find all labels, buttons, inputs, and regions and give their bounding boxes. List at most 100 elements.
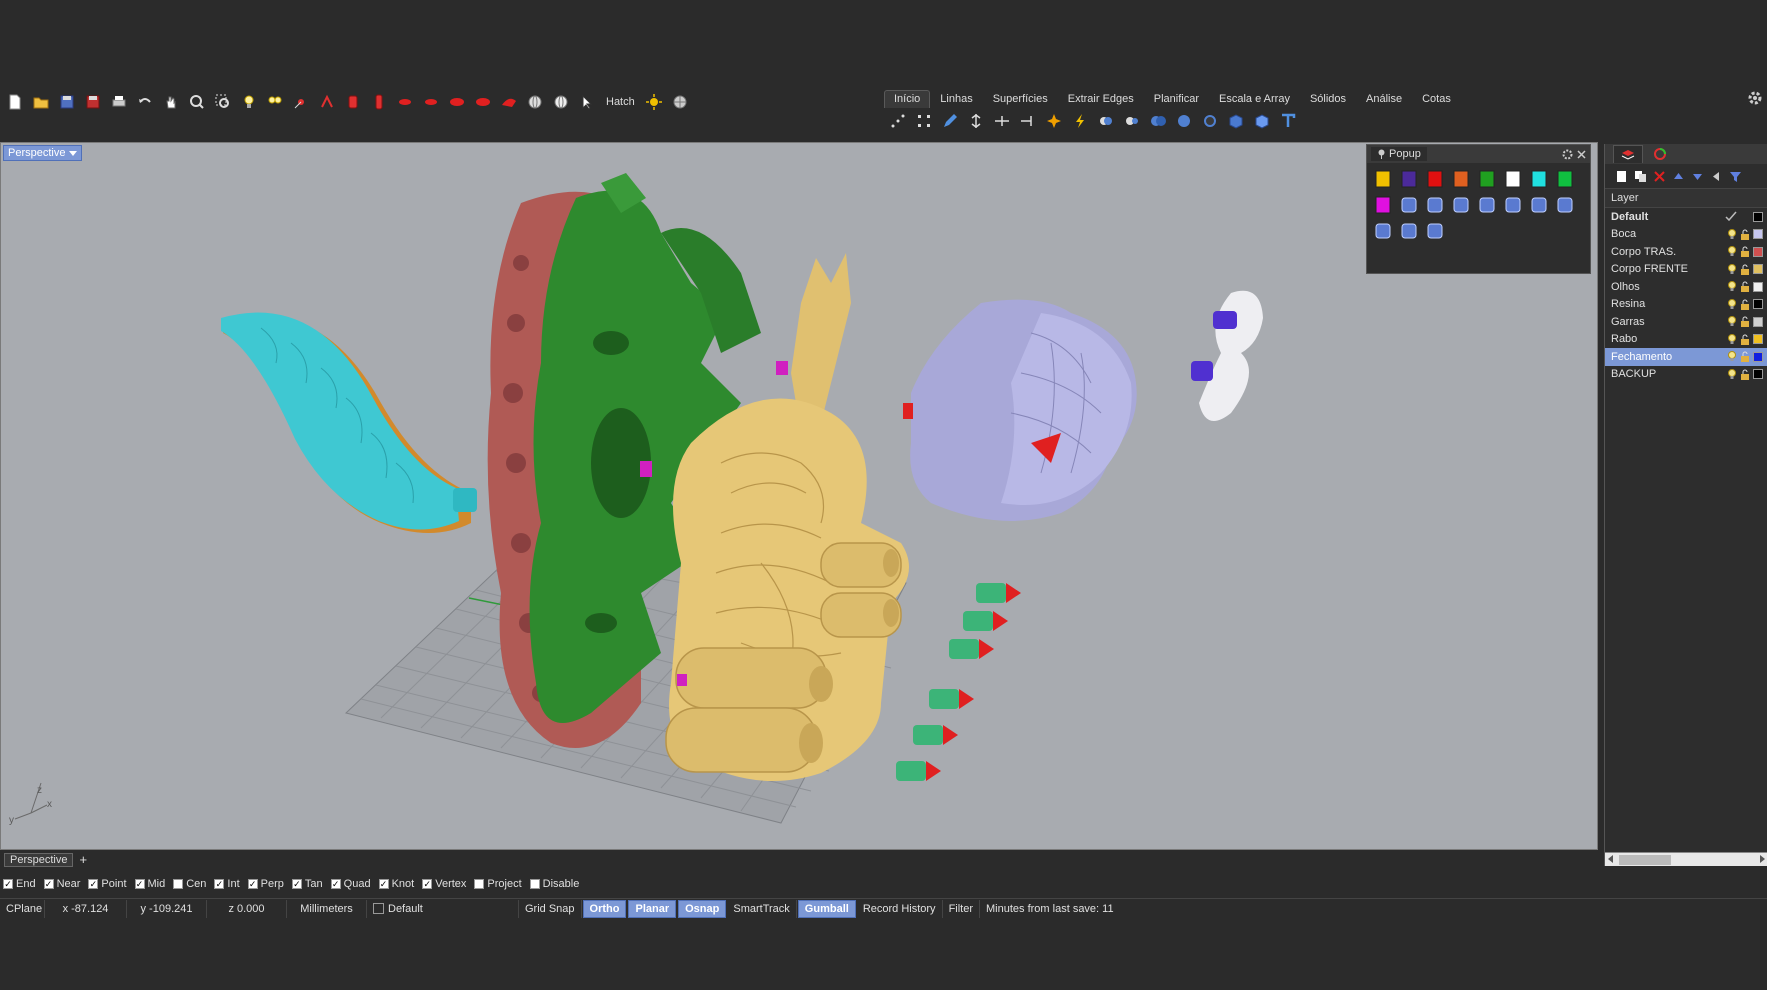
- filter-icon[interactable]: [1729, 170, 1742, 183]
- layers-tab[interactable]: [1613, 145, 1643, 163]
- popup-tab[interactable]: Popup: [1371, 147, 1427, 161]
- light-bulb-icon[interactable]: [238, 91, 260, 113]
- tab-extrair-edges[interactable]: Extrair Edges: [1058, 90, 1144, 108]
- lips-alt-icon[interactable]: [420, 91, 442, 113]
- light-bulb-icon[interactable]: [1727, 351, 1737, 362]
- boolean-split-icon[interactable]: [1172, 110, 1195, 132]
- checkbox[interactable]: [422, 879, 433, 889]
- checkbox[interactable]: [247, 879, 258, 889]
- layer-color-swatch[interactable]: [1753, 351, 1763, 362]
- filter-toggle[interactable]: Filter: [943, 899, 981, 918]
- move-up-icon[interactable]: [1672, 170, 1685, 183]
- tab-escala-array[interactable]: Escala e Array: [1209, 90, 1300, 108]
- color-swatch-icon[interactable]: [1527, 167, 1551, 191]
- light-bulb-icon[interactable]: [1727, 316, 1737, 327]
- zoom-icon[interactable]: [186, 91, 208, 113]
- osnap-int[interactable]: Int: [214, 878, 240, 890]
- lock-icon[interactable]: [1740, 229, 1750, 240]
- checkbox[interactable]: [173, 879, 184, 889]
- undo-icon[interactable]: [134, 91, 156, 113]
- print-icon[interactable]: [108, 91, 130, 113]
- layer-column-header[interactable]: Layer: [1605, 188, 1767, 208]
- snap-icon[interactable]: [316, 91, 338, 113]
- light-bulb-icon[interactable]: [1727, 281, 1737, 292]
- add-viewport-button[interactable]: +: [79, 852, 87, 867]
- scene-render[interactable]: z y x: [1, 143, 1598, 850]
- tab-perspective[interactable]: Perspective: [4, 852, 74, 867]
- tail-model[interactable]: [221, 312, 477, 533]
- sphere-icon[interactable]: [524, 91, 546, 113]
- cursor-icon[interactable]: [576, 91, 598, 113]
- globe-icon[interactable]: [669, 91, 691, 113]
- checkbox[interactable]: [134, 879, 145, 889]
- lock-icon[interactable]: [1740, 246, 1750, 258]
- display-tab[interactable]: [1645, 145, 1675, 163]
- lips-3-icon[interactable]: [446, 91, 468, 113]
- split-icon[interactable]: [964, 110, 987, 132]
- mesh-grid-icon[interactable]: [1397, 193, 1421, 217]
- new-sublayer-icon[interactable]: [1634, 170, 1647, 183]
- render-icon[interactable]: [1527, 193, 1551, 217]
- color-swatch-icon[interactable]: [1501, 167, 1525, 191]
- checkbox[interactable]: [214, 879, 225, 889]
- layer-row[interactable]: Boca: [1605, 226, 1767, 244]
- smarttrack-toggle[interactable]: SmartTrack: [727, 899, 797, 918]
- layer-color-swatch[interactable]: [1753, 211, 1763, 222]
- tab-solidos[interactable]: Sólidos: [1300, 90, 1356, 108]
- lips-5-icon[interactable]: [498, 91, 520, 113]
- cplane-label[interactable]: CPlane: [0, 899, 45, 918]
- light-bulbs-icon[interactable]: [264, 91, 286, 113]
- pencil-icon[interactable]: [938, 110, 961, 132]
- checkbox[interactable]: [291, 879, 302, 889]
- color-swatch-icon[interactable]: [1553, 167, 1577, 191]
- sphere-grid-icon[interactable]: [1423, 193, 1447, 217]
- osnap-disable[interactable]: Disable: [529, 878, 579, 890]
- osnap-cen[interactable]: Cen: [173, 878, 206, 890]
- current-layer[interactable]: Default: [367, 899, 519, 918]
- layer-color-swatch[interactable]: [1753, 229, 1763, 240]
- lock-icon[interactable]: [1740, 264, 1750, 275]
- osnap-knot[interactable]: Knot: [378, 878, 414, 890]
- lips-4-icon[interactable]: [472, 91, 494, 113]
- checkbox[interactable]: [330, 879, 341, 889]
- color-swatch-icon[interactable]: [1371, 167, 1395, 191]
- chain-alt-icon[interactable]: [1501, 193, 1525, 217]
- checkmark-icon[interactable]: [1725, 211, 1737, 222]
- osnap-near[interactable]: Near: [43, 878, 80, 890]
- tab-planificar[interactable]: Planificar: [1144, 90, 1209, 108]
- pin-icon[interactable]: [1377, 149, 1386, 159]
- gear-icon[interactable]: [1747, 90, 1763, 106]
- lock-icon[interactable]: [1740, 299, 1750, 310]
- point-grid-icon[interactable]: [886, 110, 909, 132]
- osnap-quad[interactable]: Quad: [330, 878, 371, 890]
- checkbox[interactable]: [43, 879, 54, 889]
- box-icon[interactable]: [1224, 110, 1247, 132]
- cylinder-alt-icon[interactable]: [368, 91, 390, 113]
- zoom-window-icon[interactable]: [212, 91, 234, 113]
- osnap-toggle[interactable]: Osnap: [678, 899, 727, 918]
- chevron-down-icon[interactable]: [69, 150, 78, 156]
- move-parent-icon[interactable]: [1710, 170, 1723, 183]
- tab-cotas[interactable]: Cotas: [1412, 90, 1461, 108]
- light-bulb-icon[interactable]: [1727, 246, 1737, 257]
- delete-icon[interactable]: [1653, 170, 1666, 183]
- scroll-thumb[interactable]: [1619, 855, 1671, 865]
- layer-color-swatch[interactable]: [1753, 264, 1763, 275]
- sphere-alt-icon[interactable]: [550, 91, 572, 113]
- osnap-point[interactable]: Point: [88, 878, 127, 890]
- units-label[interactable]: Millimeters: [287, 899, 367, 918]
- osnap-tan[interactable]: Tan: [291, 878, 323, 890]
- lock-icon[interactable]: [1740, 369, 1750, 380]
- layer-row[interactable]: Corpo TRAS.: [1605, 243, 1767, 261]
- checkbox[interactable]: [3, 879, 13, 889]
- scroll-right-icon[interactable]: [1760, 855, 1765, 863]
- box-alt-icon[interactable]: [1250, 110, 1273, 132]
- eyes-model[interactable]: [1191, 290, 1263, 421]
- viewport-title[interactable]: Perspective: [3, 145, 83, 161]
- lock-icon[interactable]: [1740, 281, 1750, 293]
- gumball-toggle[interactable]: Gumball: [797, 899, 856, 918]
- lightbulb-icon[interactable]: [1371, 219, 1395, 243]
- color-swatch-icon[interactable]: [1397, 167, 1421, 191]
- close-icon[interactable]: [1577, 149, 1586, 159]
- osnap-project[interactable]: Project: [474, 878, 522, 890]
